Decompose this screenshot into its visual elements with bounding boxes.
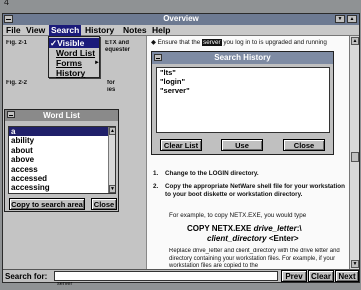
window-title-bar: Overview ▼ ▲ xyxy=(3,14,359,25)
next-button[interactable]: Next xyxy=(335,270,359,282)
search-history-list[interactable]: "lts" "login" "server" xyxy=(156,67,330,133)
word-list-item[interactable]: ability xyxy=(9,136,115,145)
minimize-icon[interactable]: ▼ xyxy=(335,15,345,23)
doc-fragment-2: equester xyxy=(105,47,131,53)
search-bar: Search for: server Prev Clear Next xyxy=(3,269,359,287)
scroll-thumb[interactable] xyxy=(351,152,359,162)
word-list-scroll-down-icon[interactable]: ▼ xyxy=(109,185,115,193)
search-input[interactable]: server xyxy=(54,271,278,287)
history-item[interactable]: "login" xyxy=(157,77,329,86)
history-close-button[interactable]: Close xyxy=(283,139,325,151)
history-item[interactable]: "lts" xyxy=(157,68,329,77)
clear-search-button[interactable]: Clear xyxy=(308,270,334,282)
word-list-box[interactable]: a ability about above access accessed ac… xyxy=(8,126,116,194)
search-menu-dropdown: ✓Visible Word List Forms ► History xyxy=(48,36,100,78)
word-list-item[interactable]: accessing xyxy=(9,183,115,192)
doc-fragment-1: ETX and xyxy=(105,40,130,46)
word-list-scrollbar[interactable]: ▲ ▼ xyxy=(108,127,115,193)
word-list-item[interactable]: above xyxy=(9,155,115,164)
window-title: Overview xyxy=(163,14,199,23)
command-line: COPY NETX.EXE drive_letter:\ client_dire… xyxy=(187,224,302,243)
fig-label-1: Fig. 2-1 xyxy=(6,40,28,46)
scroll-down-icon[interactable]: ▼ xyxy=(351,260,359,268)
clear-list-button[interactable]: Clear List xyxy=(160,139,202,151)
doc-fragment-3: for xyxy=(107,80,115,86)
menu-file[interactable]: File xyxy=(6,25,21,36)
menu-view[interactable]: View xyxy=(26,25,45,36)
submenu-arrow-icon: ► xyxy=(94,60,100,66)
use-button[interactable]: Use xyxy=(221,139,263,151)
prev-button[interactable]: Prev xyxy=(281,270,307,282)
fig-label-2: Fig. 2-2 xyxy=(6,80,28,86)
scroll-up-icon[interactable]: ▲ xyxy=(351,37,359,45)
word-list-title-bar: Word List xyxy=(5,110,118,121)
maximize-icon[interactable]: ▲ xyxy=(347,15,357,23)
vertical-scrollbar[interactable]: ▲ ▼ xyxy=(349,36,359,269)
step-2: 2. Copy the appropriate NetWare shell fil… xyxy=(153,183,345,198)
word-list-close-button[interactable]: Close xyxy=(91,198,117,210)
menu-notes[interactable]: Notes xyxy=(123,25,147,36)
search-highlight: server xyxy=(202,39,222,46)
menubar: File View Search History Notes Help xyxy=(3,25,359,36)
word-list-item[interactable]: accessed xyxy=(9,174,115,183)
word-list-system-menu-icon[interactable] xyxy=(7,111,15,118)
word-list-item[interactable]: access xyxy=(9,165,115,174)
menu-search[interactable]: Search xyxy=(49,25,82,36)
example-intro: For example, to copy NETX.EXE, you would… xyxy=(169,212,307,219)
bullet-line: ◆ Ensure that the server you log in to i… xyxy=(151,39,327,46)
dialog-system-menu-icon[interactable] xyxy=(154,54,162,61)
menu-help[interactable]: Help xyxy=(152,25,170,36)
word-list-dialog: Word List a ability about above access a… xyxy=(4,109,119,212)
word-list-item[interactable]: a xyxy=(9,127,109,137)
menu-history[interactable]: History xyxy=(85,25,114,36)
history-item[interactable]: "server" xyxy=(157,86,329,95)
step-1: 1. Change to the LOGIN directory. xyxy=(153,170,259,177)
menu-item-forms[interactable]: Forms ► xyxy=(56,58,100,68)
doc-fragment-4: ies xyxy=(107,87,116,93)
replace-paragraph: Replace drive_letter and client_director… xyxy=(169,248,340,269)
word-list-item[interactable]: about xyxy=(9,146,115,155)
page-number: 4 xyxy=(4,0,10,7)
menu-item-word-list[interactable]: Word List xyxy=(56,48,95,58)
system-menu-icon[interactable] xyxy=(4,15,13,23)
copy-to-search-area-button[interactable]: Copy to search area xyxy=(9,198,85,210)
search-history-dialog: Search History "lts" "login" "server" Cl… xyxy=(151,51,334,155)
menu-item-visible[interactable]: ✓Visible xyxy=(49,38,99,48)
search-label: Search for: xyxy=(5,272,48,281)
menu-item-history[interactable]: History xyxy=(56,68,85,78)
word-list-scroll-up-icon[interactable]: ▲ xyxy=(109,127,115,135)
search-history-title-bar: Search History xyxy=(152,52,333,64)
